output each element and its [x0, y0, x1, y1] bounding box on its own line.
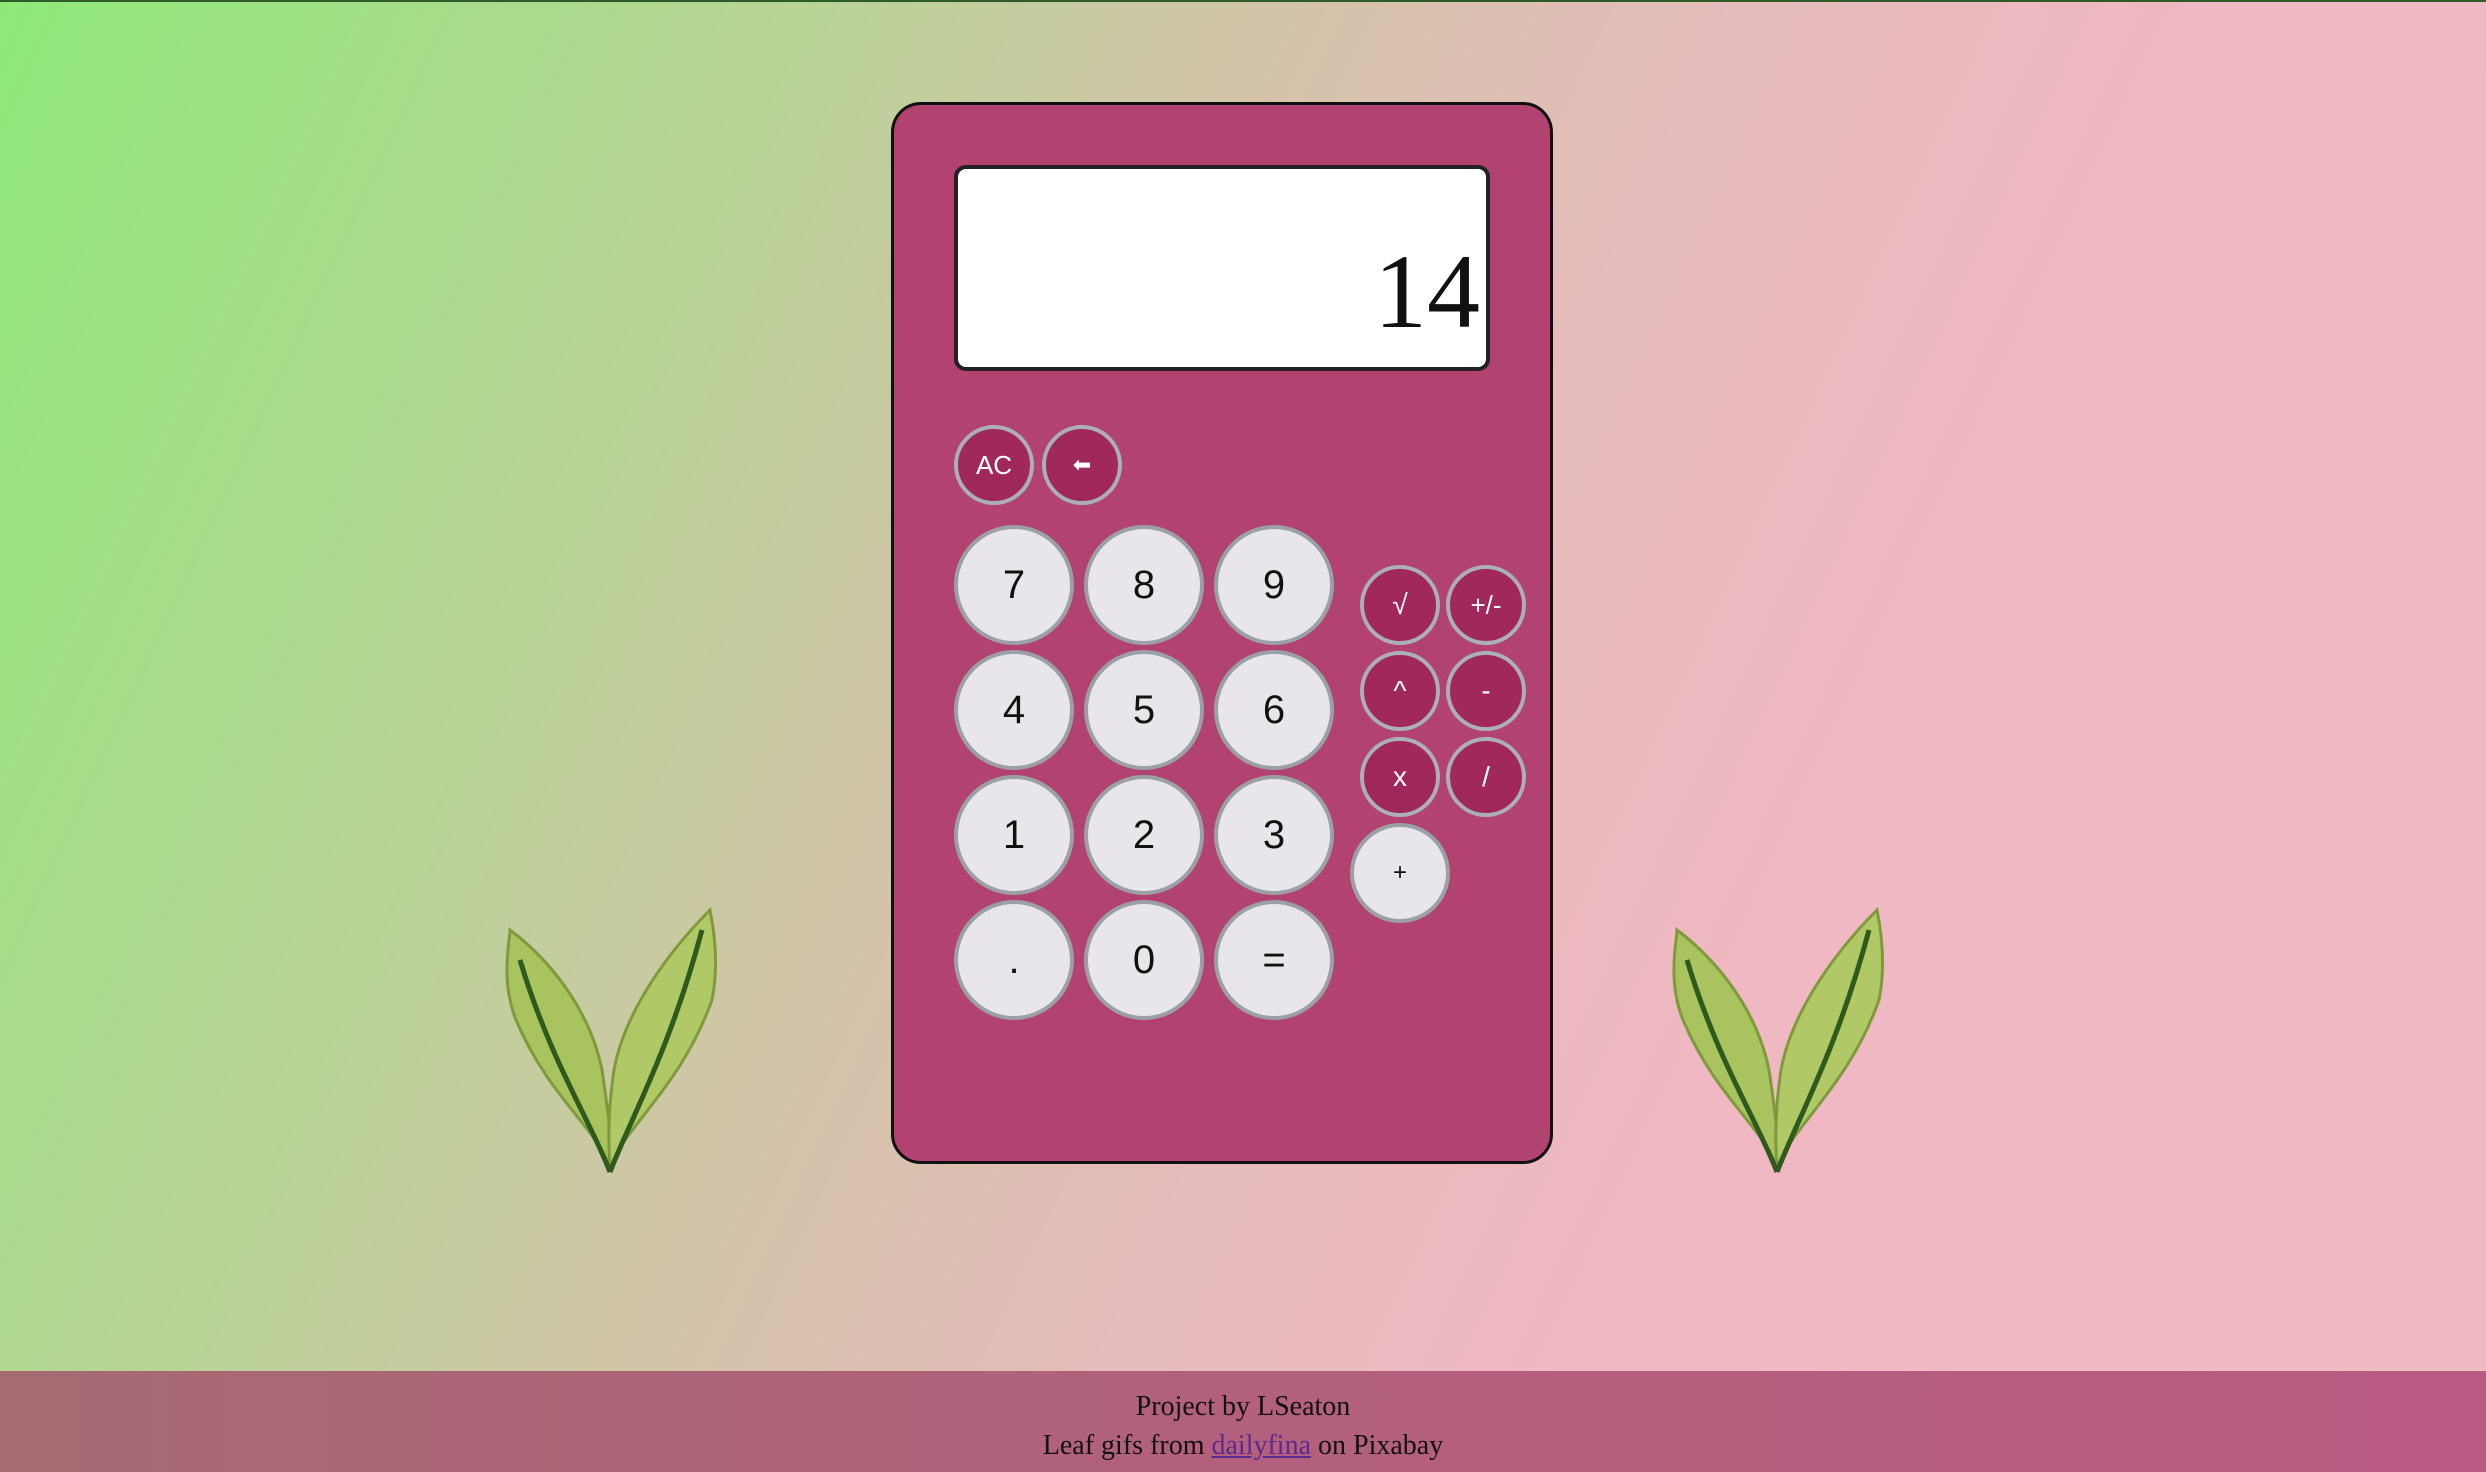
- power-button[interactable]: ^: [1360, 651, 1440, 731]
- equals-button[interactable]: =: [1214, 900, 1334, 1020]
- footer-attribution: Leaf gifs from dailyfina on Pixabay: [0, 1426, 2486, 1465]
- clear-button[interactable]: AC: [954, 425, 1034, 505]
- digit-4-button[interactable]: 4: [954, 650, 1074, 770]
- calculator-display: 14: [954, 165, 1490, 371]
- minus-button[interactable]: -: [1446, 651, 1526, 731]
- digit-7-button[interactable]: 7: [954, 525, 1074, 645]
- digit-6-button[interactable]: 6: [1214, 650, 1334, 770]
- digit-3-button[interactable]: 3: [1214, 775, 1334, 895]
- digit-5-button[interactable]: 5: [1084, 650, 1204, 770]
- digit-0-button[interactable]: 0: [1084, 900, 1204, 1020]
- sqrt-button[interactable]: √: [1360, 565, 1440, 645]
- digit-9-button[interactable]: 9: [1214, 525, 1334, 645]
- leaf-icon-right: [1672, 906, 1884, 1173]
- digit-2-button[interactable]: 2: [1084, 775, 1204, 895]
- attribution-prefix: Leaf gifs from: [1042, 1430, 1205, 1461]
- footer: Project by LSeaton Leaf gifs from dailyf…: [0, 1371, 2486, 1472]
- backspace-button[interactable]: ⬅: [1042, 425, 1122, 505]
- dailyfina-link[interactable]: dailyfina: [1211, 1430, 1311, 1461]
- footer-credit: Project by LSeaton: [1135, 1391, 1351, 1422]
- attribution-suffix: on Pixabay: [1318, 1430, 1444, 1461]
- backspace-arrow-icon: ⬅: [1072, 452, 1092, 477]
- digit-1-button[interactable]: 1: [954, 775, 1074, 895]
- leaf-icon-left: [505, 906, 717, 1173]
- calculator: 14 AC ⬅ 7 8 9 4 5 6 1 2 3 . 0 = √ +/- ^ …: [891, 102, 1553, 1164]
- digit-8-button[interactable]: 8: [1084, 525, 1204, 645]
- multiply-button[interactable]: x: [1360, 737, 1440, 817]
- decimal-button[interactable]: .: [954, 900, 1074, 1020]
- plus-button[interactable]: +: [1350, 823, 1450, 923]
- divide-button[interactable]: /: [1446, 737, 1526, 817]
- top-border: [0, 0, 2486, 2]
- negate-button[interactable]: +/-: [1446, 565, 1526, 645]
